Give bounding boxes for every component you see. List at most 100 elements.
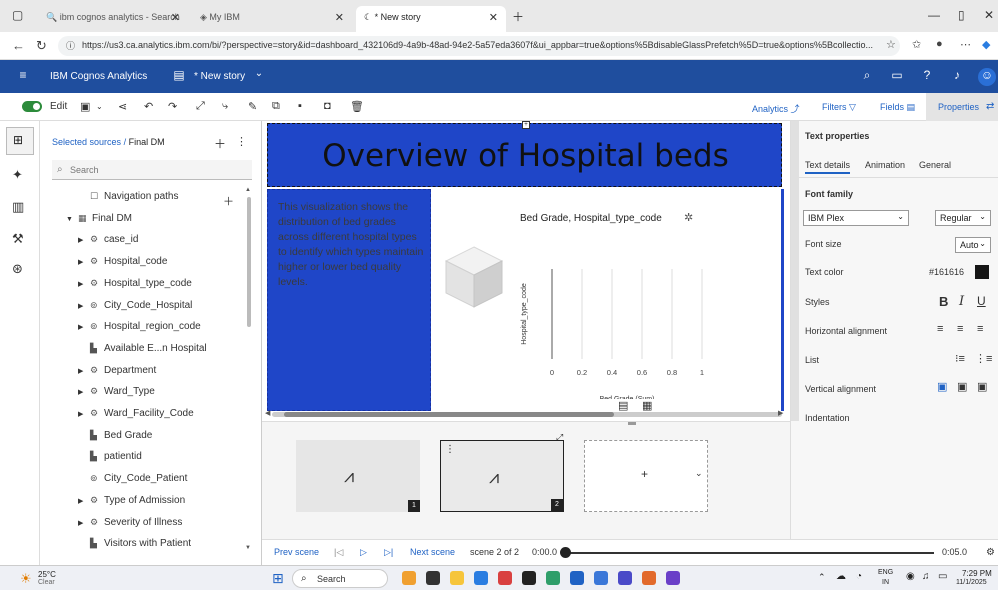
add-navigation-path-icon[interactable]: ＋ xyxy=(223,193,234,209)
chevron-down-icon[interactable]: ⌄ xyxy=(695,468,703,479)
tab-actions-icon[interactable]: ▢ xyxy=(12,8,23,22)
tree-field-item[interactable]: ▶ ⚙ Type of Admission xyxy=(78,495,185,506)
scrollbar[interactable] xyxy=(247,197,251,327)
app-icon[interactable] xyxy=(666,571,680,585)
caret-right-icon[interactable]: ▶ xyxy=(78,302,90,310)
close-tab-icon[interactable]: ✕ xyxy=(335,11,344,24)
resize-handle-icon[interactable]: + xyxy=(522,121,530,129)
caret-right-icon[interactable]: ▶ xyxy=(78,280,90,288)
horizontal-scrollbar[interactable] xyxy=(272,412,782,417)
taskbar-app-icon[interactable] xyxy=(402,571,416,585)
scroll-down-icon[interactable]: ▼ xyxy=(245,545,251,551)
title-text-widget[interactable]: Overview of Hospital beds xyxy=(267,123,782,187)
app-icon[interactable] xyxy=(594,571,608,585)
chat-icon[interactable]: ▭ xyxy=(888,68,906,86)
chart-widget[interactable]: Bed Grade, Hospital_type_code ✲ 0 0.2 0.4 0… xyxy=(432,189,784,411)
tree-field-item[interactable]: ▙ Bed Grade xyxy=(78,430,152,441)
bullet-list-icon[interactable]: ⁝≡ xyxy=(955,352,965,365)
properties-button[interactable]: Properties ⇄ xyxy=(926,93,998,121)
volume-icon[interactable]: ♫ xyxy=(922,571,930,582)
tree-field-item[interactable]: ▶ ⚙ Hospital_type_code xyxy=(78,278,192,289)
description-text-widget[interactable]: This visualization shows the distributio… xyxy=(267,189,431,411)
close-tab-icon[interactable]: ✕ xyxy=(489,11,498,24)
restore-icon[interactable]: ▯ xyxy=(958,8,965,22)
tree-field-item[interactable]: ▶ ⊚ City_Code_Hospital xyxy=(78,300,192,311)
chevron-down-icon[interactable]: ⌄ xyxy=(250,68,268,86)
chart-settings-icon[interactable]: ✲ xyxy=(684,211,693,224)
notification-icon[interactable]: ♪ xyxy=(948,68,966,86)
filters-button[interactable]: Filters ▽ xyxy=(822,102,856,113)
tree-field-item[interactable]: ▶ ⚙ Hospital_code xyxy=(78,256,167,267)
edge-icon[interactable] xyxy=(474,571,488,585)
timeline-track[interactable] xyxy=(564,552,934,554)
caret-right-icon[interactable]: ▶ xyxy=(78,497,90,505)
story-title[interactable]: * New story xyxy=(194,71,245,82)
taskbar-search-input[interactable]: ⌕ Search xyxy=(292,569,388,588)
tray-cloud-icon[interactable]: ☁ xyxy=(836,571,846,582)
more-icon[interactable]: ⋯ xyxy=(960,38,971,51)
tab-animation[interactable]: Animation xyxy=(865,160,905,170)
chevron-down-icon[interactable]: ⌄ xyxy=(96,102,103,111)
align-right-icon[interactable]: ≡ xyxy=(977,323,983,335)
user-avatar-icon[interactable]: ☺ xyxy=(978,68,996,86)
prev-scene-button[interactable]: Prev scene xyxy=(274,547,319,557)
scroll-right-icon[interactable]: ▶ xyxy=(778,409,783,417)
tray-app-icon[interactable]: ◔ xyxy=(856,571,862,582)
notes-icon[interactable]: ▤ xyxy=(618,399,628,412)
new-tab-icon[interactable]: ＋ xyxy=(512,8,524,25)
caret-down-icon[interactable]: ▼ xyxy=(66,216,78,223)
search-icon[interactable]: ⌕ xyxy=(858,68,876,86)
copy-icon[interactable]: ⧉ xyxy=(272,100,280,113)
tree-field-item[interactable]: ▶ ⊚ Hospital_region_code xyxy=(78,321,201,332)
caret-right-icon[interactable]: ▶ xyxy=(78,323,90,331)
align-left-icon[interactable]: ≡ xyxy=(937,323,943,335)
next-scene-button[interactable]: Next scene xyxy=(410,547,455,557)
windows-start-icon[interactable]: ⊞ xyxy=(272,570,284,587)
menu-icon[interactable]: ≡ xyxy=(14,68,32,86)
caret-right-icon[interactable]: ▶ xyxy=(78,388,90,396)
add-scene-button[interactable]: + ⌄ xyxy=(584,440,708,512)
expand-scene-icon[interactable]: ⤢ xyxy=(556,432,563,443)
language-indicator[interactable]: ENG xyxy=(878,569,893,576)
taskview-icon[interactable] xyxy=(426,571,440,585)
underline-icon[interactable]: U xyxy=(977,294,986,308)
sources-tab[interactable]: ⊞ xyxy=(6,127,34,155)
timeline-settings-icon[interactable]: ⚙ xyxy=(986,547,995,558)
align-top-icon[interactable]: ▣ xyxy=(937,380,947,393)
duplicate-icon[interactable]: ◘ xyxy=(324,100,331,112)
search-input[interactable]: ⌕ Search xyxy=(52,160,252,180)
copilot-icon[interactable]: ◆ xyxy=(982,38,990,51)
scroll-up-icon[interactable]: ▲ xyxy=(245,187,251,193)
pin-icon[interactable]: ✎ xyxy=(248,100,257,113)
tree-field-item[interactable]: ▶ ⚙ Department xyxy=(78,365,156,376)
link-icon[interactable]: ⤷ xyxy=(222,100,228,113)
skip-forward-icon[interactable]: ▷| xyxy=(384,547,393,558)
timeline-thumb[interactable] xyxy=(560,547,571,558)
font-weight-select[interactable]: Regular ⌄ xyxy=(935,210,991,226)
site-info-icon[interactable]: ⓘ xyxy=(66,39,75,52)
dropbox-icon[interactable] xyxy=(522,571,536,585)
play-icon[interactable]: ▷ xyxy=(360,547,367,558)
help-icon[interactable]: ? xyxy=(918,68,936,86)
kebab-menu-icon[interactable]: ⋮ xyxy=(445,444,455,455)
close-tab-icon[interactable]: ✕ xyxy=(171,11,180,24)
bold-icon[interactable]: B xyxy=(939,294,948,309)
caret-right-icon[interactable]: ▶ xyxy=(78,410,90,418)
tab-general[interactable]: General xyxy=(919,160,951,170)
reload-icon[interactable]: ↻ xyxy=(36,38,47,54)
favorite-star-icon[interactable]: ☆ xyxy=(886,38,896,51)
kebab-menu-icon[interactable]: ⋮ xyxy=(236,135,247,148)
browser-tab-search[interactable]: 🔍 ibm cognos analytics - Search ✕ xyxy=(38,6,188,32)
widgets-icon[interactable]: ⚒ xyxy=(12,231,24,247)
share-icon[interactable]: ⋖ xyxy=(118,100,127,113)
paste-icon[interactable]: ▪ xyxy=(298,100,302,112)
caret-right-icon[interactable]: ▶ xyxy=(78,236,90,244)
skip-back-icon[interactable]: |◁ xyxy=(334,547,343,558)
grid-view-icon[interactable]: ▦ xyxy=(642,399,652,412)
scroll-left-icon[interactable]: ◀ xyxy=(265,409,270,417)
browser-tab-myibm[interactable]: ◈ My IBM ✕ xyxy=(192,6,352,32)
pin-icon[interactable]: ✦ xyxy=(12,167,23,183)
breadcrumb-link[interactable]: Selected sources xyxy=(52,137,121,147)
clock-time[interactable]: 7:29 PM xyxy=(962,569,992,578)
url-field[interactable]: ⓘ https://us3.ca.analytics.ibm.com/bi/?p… xyxy=(58,36,900,56)
